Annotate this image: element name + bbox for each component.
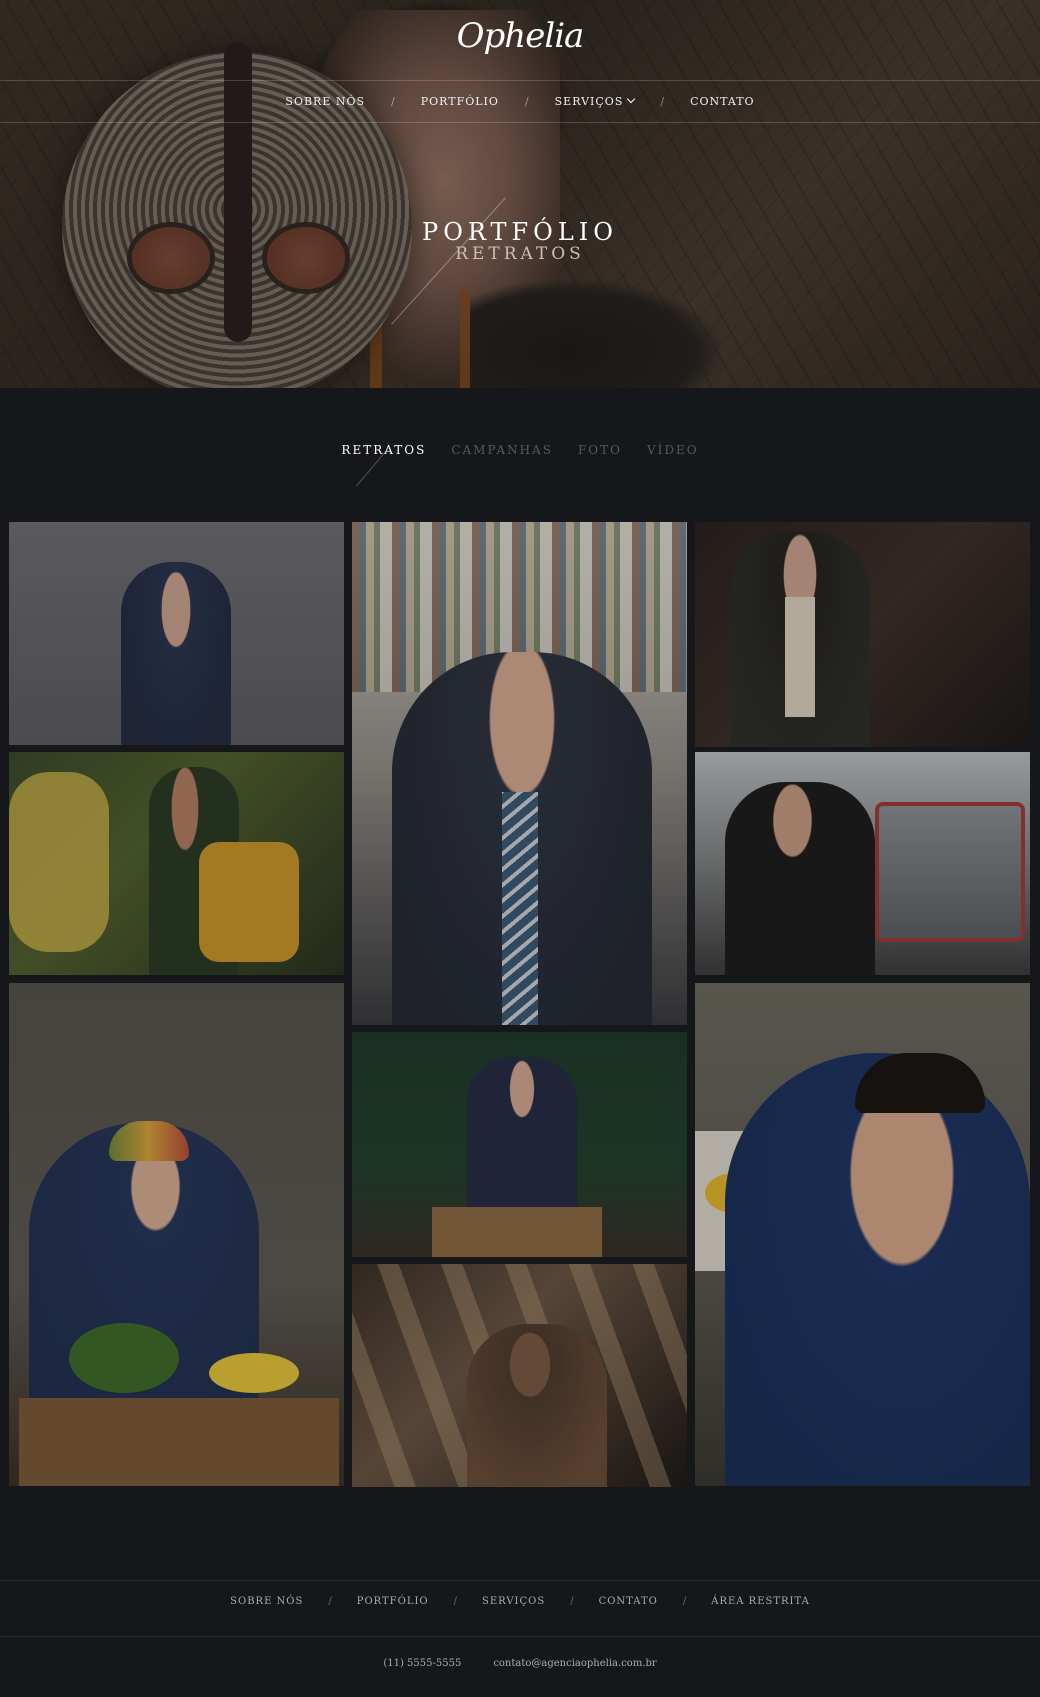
hero-title-block: PORTFÓLIO RETRATOS (0, 218, 1040, 264)
photo-shade (695, 522, 1030, 747)
photo-shade (352, 1032, 687, 1257)
nav-separator: / (660, 94, 665, 108)
gallery-photo-man-smiling-blue-shirt[interactable] (695, 983, 1030, 1486)
gallery-photo-man-adjusting-tie[interactable] (352, 522, 687, 1025)
gallery-photo-woman-yellow-backpack[interactable] (9, 752, 344, 975)
nav-separator: / (524, 94, 529, 108)
footer-nav-separator: / (453, 1596, 457, 1607)
footer-mid-divider (0, 1636, 1040, 1637)
main-nav: SOBRE NÓS / PORTFÓLIO / SERVIÇOS / CONTA… (0, 80, 1040, 122)
footer-nav-area-restrita[interactable]: ÁREA RESTRITA (711, 1596, 810, 1607)
footer-nav-contato[interactable]: CONTATO (599, 1596, 658, 1607)
footer-phone[interactable]: (11) 5555-5555 (383, 1658, 461, 1669)
hero-dark-overlay (0, 0, 1040, 388)
gallery-photo-man-espresso[interactable] (695, 752, 1030, 975)
photo-shade (695, 752, 1030, 975)
tab-retratos[interactable]: RETRATOS (341, 443, 426, 457)
gallery-photo-man-hat-scarf[interactable] (695, 522, 1030, 747)
footer-nav-sobre-nos[interactable]: SOBRE NÓS (230, 1596, 303, 1607)
nav-item-servicos-label: SERVIÇOS (554, 94, 624, 108)
nav-item-portfolio[interactable]: PORTFÓLIO (421, 95, 499, 108)
photo-shade (9, 522, 344, 745)
footer-nav-servicos[interactable]: SERVIÇOS (482, 1596, 545, 1607)
footer-top-divider (0, 1580, 1040, 1581)
hero-banner (0, 0, 1040, 388)
gallery-photo-man-shadows[interactable] (352, 1264, 687, 1487)
nav-separator: / (391, 94, 395, 108)
footer-nav-separator: / (682, 1596, 687, 1607)
portfolio-filter-tabs: RETRATOS CAMPANHAS FOTO VÍDEO (0, 443, 1040, 457)
gallery-photo-chef-vegetables[interactable] (9, 983, 344, 1486)
photo-shade (695, 983, 1030, 1486)
footer-nav-portfolio[interactable]: PORTFÓLIO (357, 1596, 429, 1607)
footer-nav: SOBRE NÓS / PORTFÓLIO / SERVIÇOS / CONTA… (0, 1596, 1040, 1607)
nav-item-contato[interactable]: CONTATO (690, 95, 755, 108)
page-title: PORTFÓLIO (422, 218, 618, 246)
nav-item-servicos[interactable]: SERVIÇOS (554, 94, 636, 108)
tab-video[interactable]: VÍDEO (647, 443, 699, 457)
footer-contact: (11) 5555-5555 contato@agenciaophelia.co… (0, 1658, 1040, 1669)
footer-nav-separator: / (328, 1596, 332, 1607)
chevron-down-icon (627, 94, 636, 103)
photo-shade (9, 752, 344, 975)
photo-shade (352, 1264, 687, 1487)
nav-bottom-divider (0, 122, 1040, 123)
nav-item-sobre-nos[interactable]: SOBRE NÓS (285, 95, 365, 108)
brand-logo[interactable]: Ophelia (0, 16, 1040, 56)
footer-email[interactable]: contato@agenciaophelia.com.br (493, 1658, 656, 1669)
page-subtitle: RETRATOS (455, 244, 585, 264)
footer-nav-separator: / (570, 1596, 574, 1607)
tab-foto[interactable]: FOTO (578, 443, 622, 457)
gallery-photo-chef-green-door[interactable] (352, 1032, 687, 1257)
tab-campanhas[interactable]: CAMPANHAS (451, 443, 553, 457)
photo-shade (9, 983, 344, 1486)
gallery-photo-woman-headscarf-profile[interactable] (9, 522, 344, 745)
photo-shade (352, 522, 687, 1025)
